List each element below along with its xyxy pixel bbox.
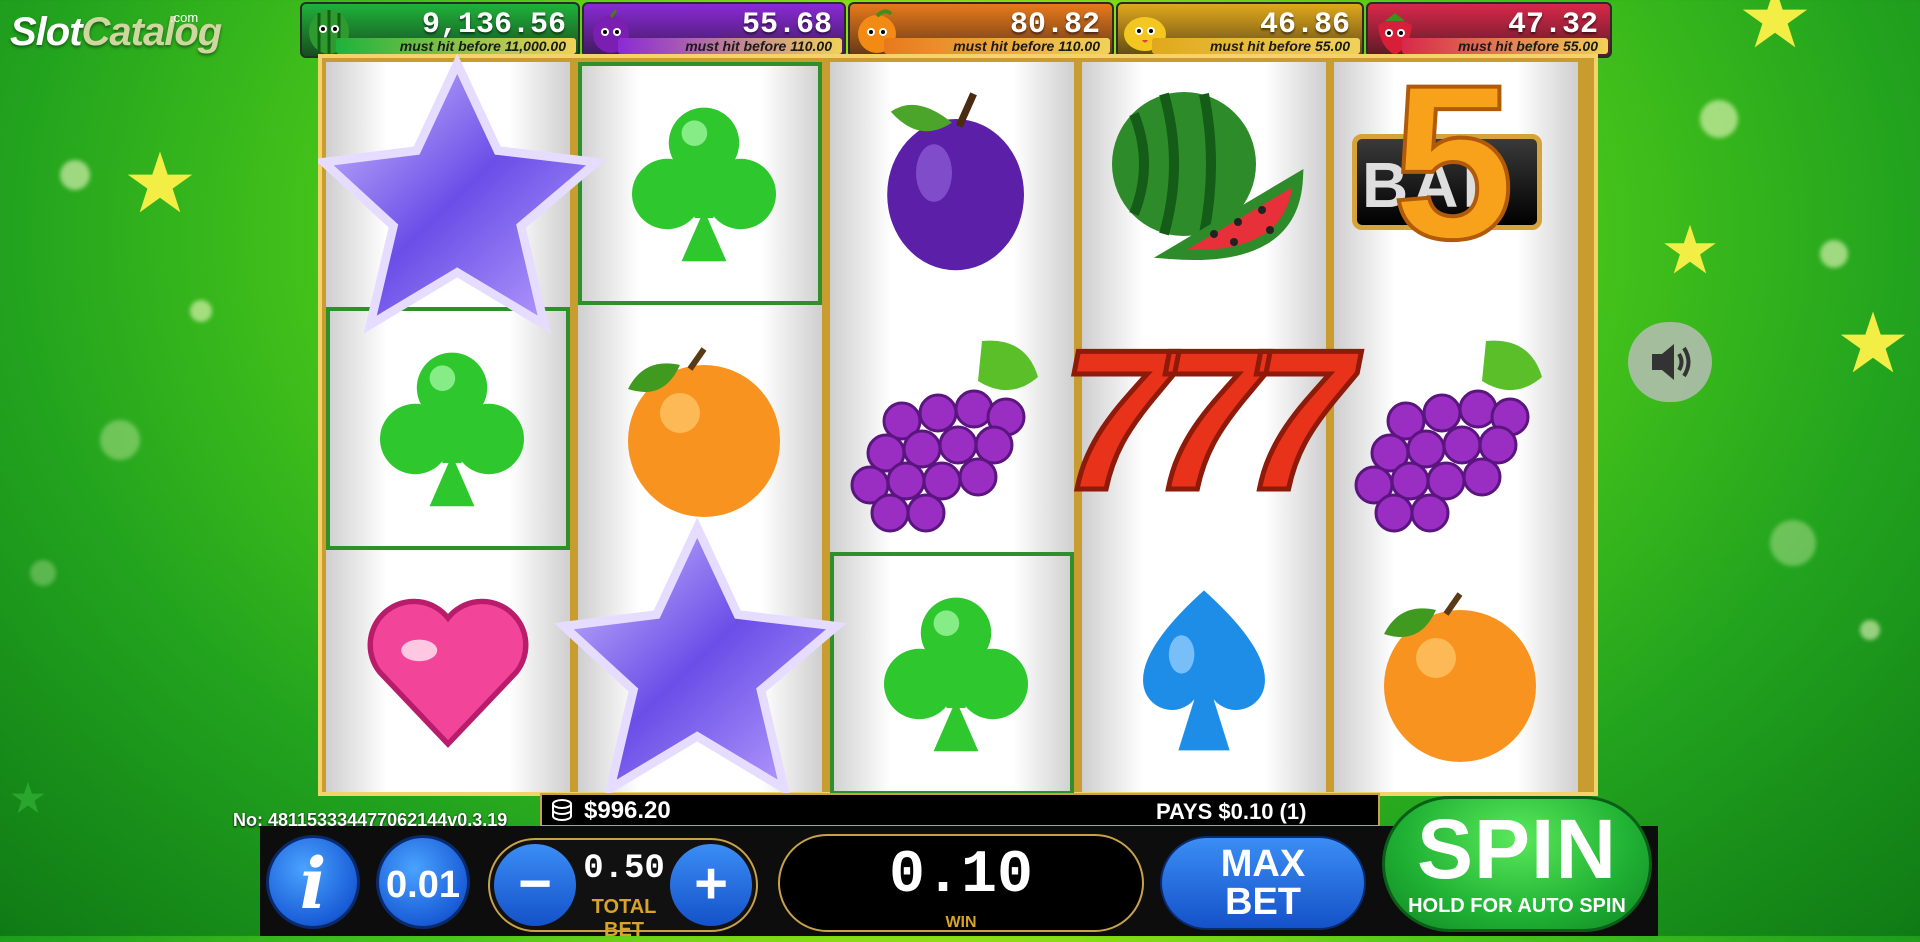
bar-number: 5 (1390, 39, 1516, 285)
star-wild-icon (318, 53, 607, 334)
reel-4-row-1 (1082, 62, 1326, 305)
reel-5-row-2 (1334, 307, 1578, 550)
info-bar: $996.20 PAYS $0.10 (1) (540, 793, 1380, 827)
reel-3-row-2 (830, 307, 1074, 550)
bet-increase-button[interactable]: + (670, 844, 752, 926)
jackpot-watermelon: 9,136.56 must hit before 11,000.00 (300, 2, 580, 58)
bet-panel: − 0.50 TOTAL BET + (488, 838, 758, 941)
logo-text-catalog: Catalog (81, 10, 223, 54)
reel-5-row-1: BAR 5 (1334, 50, 1578, 305)
seven-icon: 777 (1058, 309, 1370, 536)
info-button[interactable]: i (266, 835, 360, 929)
reel-2-row-1 (578, 62, 822, 305)
spin-button[interactable]: SPIN HOLD FOR AUTO SPIN (1382, 796, 1652, 932)
max-bet-label-line1: MAX (1220, 843, 1306, 885)
plum-icon (887, 92, 1024, 271)
jackpot-value: 55.68 (741, 8, 832, 42)
background-star-icon (1742, 0, 1808, 48)
jackpot-value: 80.82 (1009, 8, 1100, 42)
info-icon: i (299, 842, 327, 925)
jackpot-value: 9,136.56 (421, 8, 566, 42)
logo-text-slot: Slot (10, 10, 83, 54)
reel-5-row-3 (1334, 552, 1578, 795)
heart-icon (367, 598, 529, 748)
reel-3 (830, 62, 1074, 795)
reel-3-row-1 (830, 62, 1074, 305)
reel-1-row-2 (326, 307, 570, 550)
speaker-icon (1652, 344, 1691, 380)
grapes-icon (1354, 340, 1542, 533)
reel-3-row-3 (830, 552, 1074, 795)
win-panel: 0.10 WIN (778, 834, 1144, 932)
jackpot-must-hit: must hit before 110.00 (618, 38, 842, 54)
jackpot-value: 47.32 (1507, 8, 1598, 42)
jackpot-orange: 80.82 must hit before 110.00 (848, 2, 1114, 58)
balance: $996.20 (584, 797, 671, 824)
jackpot-must-hit: must hit before 55.00 (1152, 38, 1360, 54)
logo-text-com: .com (170, 10, 199, 25)
background-star-icon (11, 781, 45, 814)
jackpot-must-hit: must hit before 110.00 (884, 38, 1110, 54)
orange-icon (1384, 592, 1536, 762)
seven-text: 777 (1058, 309, 1357, 532)
sound-button[interactable] (1628, 322, 1712, 402)
spin-label: SPIN (1416, 802, 1618, 896)
jackpot-lemon: 46.86 must hit before 55.00 (1116, 2, 1364, 58)
club-icon (380, 352, 524, 507)
club-icon (884, 597, 1028, 752)
max-bet-label-line2: BET (1225, 881, 1301, 923)
control-panel: i 0.01 − 0.50 TOTAL BET + 0.10 WIN MAX B… (260, 796, 1658, 941)
plus-icon: + (694, 851, 728, 916)
reel-5: BAR 5 (1334, 50, 1578, 795)
reel-1-row-3 (326, 552, 570, 795)
orange-icon (628, 347, 780, 517)
max-bet-button[interactable]: MAX BET (1160, 836, 1366, 930)
coins-icon (552, 799, 572, 821)
background-star-icon (127, 151, 193, 213)
grapes-icon (850, 340, 1038, 533)
star-wild-icon (553, 517, 847, 798)
coin-value-button[interactable]: 0.01 (376, 835, 470, 929)
jackpot-plum: 55.68 must hit before 110.00 (582, 2, 846, 58)
background-star-icon (1664, 224, 1716, 274)
total-bet-value: 0.50 (583, 850, 665, 888)
watermelon-icon (1112, 92, 1304, 260)
total-bet-label: TOTAL BET (591, 896, 657, 941)
spade-icon (1143, 590, 1265, 751)
reel-4-row-3 (1082, 552, 1326, 795)
minus-icon: − (518, 851, 552, 916)
background-star-icon (1840, 311, 1906, 373)
club-icon (632, 107, 776, 262)
win-value: 0.10 (888, 842, 1034, 910)
coin-value: 0.01 (386, 864, 460, 906)
bar-5-icon: BAR 5 (1348, 50, 1564, 282)
auto-spin-hint: HOLD FOR AUTO SPIN (1408, 895, 1626, 917)
pays-text: PAYS $0.10 (1) (1156, 799, 1307, 824)
jackpot-value: 46.86 (1259, 8, 1350, 42)
win-label: WIN (945, 914, 977, 931)
reel-2-row-2 (578, 307, 822, 550)
bet-decrease-button[interactable]: − (494, 844, 576, 926)
